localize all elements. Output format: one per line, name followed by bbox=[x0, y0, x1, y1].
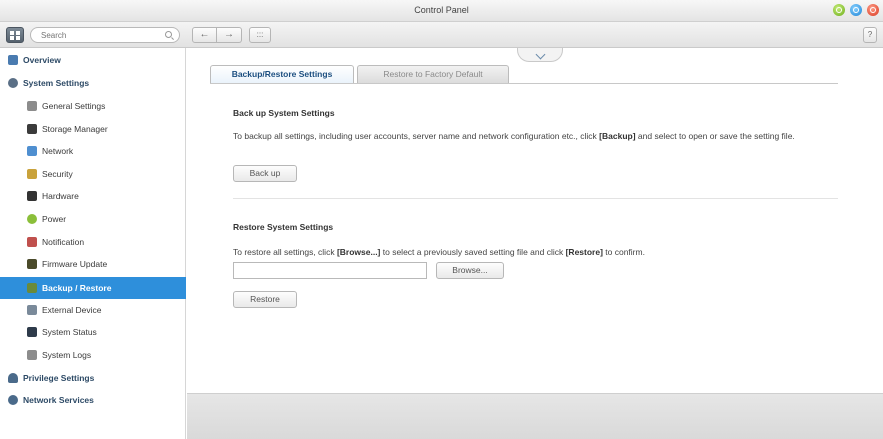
sidebar-item-label: System Settings bbox=[23, 78, 90, 88]
sidebar-item-label: Firmware Update bbox=[42, 259, 108, 269]
section-divider bbox=[233, 198, 838, 199]
help-button[interactable]: ? bbox=[863, 27, 877, 43]
restore-desc-text-mid: to select a previously saved setting fil… bbox=[380, 247, 566, 257]
sidebar-item-label: Security bbox=[42, 169, 73, 179]
backup-desc-bold: [Backup] bbox=[599, 131, 636, 141]
maximize-icon bbox=[853, 7, 859, 13]
search-input[interactable] bbox=[41, 29, 161, 41]
sidebar-item-firmware-update[interactable]: Firmware Update bbox=[0, 253, 186, 275]
monitor-icon bbox=[27, 327, 37, 337]
minimize-button[interactable] bbox=[833, 4, 845, 16]
restore-desc-text: To restore all settings, click bbox=[233, 247, 337, 257]
sidebar-item-label: Hardware bbox=[42, 191, 79, 201]
browse-button[interactable]: Browse... bbox=[436, 262, 504, 279]
sidebar-item-backup-restore[interactable]: Backup / Restore bbox=[0, 277, 186, 299]
restore-description: To restore all settings, click [Browse..… bbox=[233, 247, 843, 258]
user-icon bbox=[8, 373, 18, 383]
sidebar-item-label: Network Services bbox=[23, 395, 94, 405]
restore-desc-text-end: to confirm. bbox=[602, 247, 645, 257]
restore-section-title: Restore System Settings bbox=[233, 222, 334, 232]
restore-file-field[interactable] bbox=[233, 262, 427, 279]
search-icon bbox=[165, 31, 172, 38]
sidebar-item-overview[interactable]: Overview bbox=[0, 49, 186, 71]
maximize-button[interactable] bbox=[850, 4, 862, 16]
toolbar: ← → ::: ? bbox=[0, 22, 883, 48]
backup-icon bbox=[27, 283, 37, 293]
restore-desc-bold-restore: [Restore] bbox=[565, 247, 603, 257]
power-icon bbox=[27, 214, 37, 224]
external-device-icon bbox=[27, 305, 37, 315]
footer-bar bbox=[187, 393, 883, 439]
sidebar-item-label: General Settings bbox=[42, 101, 106, 111]
sidebar-item-system-logs[interactable]: System Logs bbox=[0, 344, 186, 366]
globe-icon bbox=[8, 395, 18, 405]
sidebar-item-label: Storage Manager bbox=[42, 124, 108, 134]
logs-icon bbox=[27, 350, 37, 360]
firmware-icon bbox=[27, 259, 37, 269]
close-button[interactable] bbox=[867, 4, 879, 16]
overview-icon bbox=[8, 55, 18, 65]
sidebar-item-hardware[interactable]: Hardware bbox=[0, 185, 186, 207]
sidebar-item-storage-manager[interactable]: Storage Manager bbox=[0, 118, 186, 140]
sidebar-item-label: Network bbox=[42, 146, 74, 156]
close-icon bbox=[870, 7, 876, 13]
grid-view-button[interactable]: ::: bbox=[249, 27, 271, 43]
sidebar: Overview System Settings General Setting… bbox=[0, 48, 186, 439]
network-icon bbox=[27, 146, 37, 156]
sidebar-item-label: Power bbox=[42, 214, 67, 224]
gear-icon bbox=[8, 78, 18, 88]
sidebar-item-label: Overview bbox=[23, 55, 61, 65]
sidebar-item-network-services[interactable]: Network Services bbox=[0, 389, 186, 411]
search-box[interactable] bbox=[30, 27, 180, 43]
sidebar-item-label: Notification bbox=[42, 237, 85, 247]
sidebar-item-label: External Device bbox=[42, 305, 102, 315]
sidebar-item-system-settings[interactable]: System Settings bbox=[0, 72, 186, 94]
restore-desc-bold-browse: [Browse...] bbox=[336, 247, 381, 257]
sidebar-item-security[interactable]: Security bbox=[0, 163, 186, 185]
sidebar-item-label: Privilege Settings bbox=[23, 373, 95, 383]
main-panel: Backup/Restore Settings Restore to Facto… bbox=[187, 48, 883, 439]
backup-section-title: Back up System Settings bbox=[233, 108, 335, 118]
sidebar-item-system-status[interactable]: System Status bbox=[0, 321, 186, 343]
sidebar-item-label: System Logs bbox=[42, 350, 92, 360]
sidebar-item-power[interactable]: Power bbox=[0, 208, 186, 230]
sidebar-item-network[interactable]: Network bbox=[0, 140, 186, 162]
window-title: Control Panel bbox=[414, 5, 469, 15]
home-button[interactable] bbox=[6, 27, 24, 43]
collapse-toggle[interactable] bbox=[517, 48, 563, 62]
sidebar-item-notification[interactable]: Notification bbox=[0, 231, 186, 253]
storage-icon bbox=[27, 124, 37, 134]
document-icon bbox=[27, 101, 37, 111]
minimize-icon bbox=[836, 7, 842, 13]
sidebar-item-privilege-settings[interactable]: Privilege Settings bbox=[0, 367, 186, 389]
tab-divider bbox=[210, 83, 838, 84]
notification-icon bbox=[27, 237, 37, 247]
sidebar-item-label: Backup / Restore bbox=[42, 283, 112, 293]
backup-description: To backup all settings, including user a… bbox=[233, 131, 843, 142]
sidebar-item-label: System Status bbox=[42, 327, 97, 337]
back-button[interactable]: ← bbox=[192, 27, 217, 43]
backup-desc-text-end: and select to open or save the setting f… bbox=[635, 131, 795, 141]
backup-button[interactable]: Back up bbox=[233, 165, 297, 182]
title-bar: Control Panel bbox=[0, 0, 883, 22]
lock-icon bbox=[27, 169, 37, 179]
sidebar-item-general-settings[interactable]: General Settings bbox=[0, 95, 186, 117]
backup-desc-text: To backup all settings, including user a… bbox=[233, 131, 600, 141]
forward-button[interactable]: → bbox=[217, 27, 242, 43]
hardware-icon bbox=[27, 191, 37, 201]
tab-backup-restore-settings[interactable]: Backup/Restore Settings bbox=[210, 65, 354, 83]
tab-restore-factory-default[interactable]: Restore to Factory Default bbox=[357, 65, 509, 83]
restore-button[interactable]: Restore bbox=[233, 291, 297, 308]
sidebar-item-external-device[interactable]: External Device bbox=[0, 299, 186, 321]
